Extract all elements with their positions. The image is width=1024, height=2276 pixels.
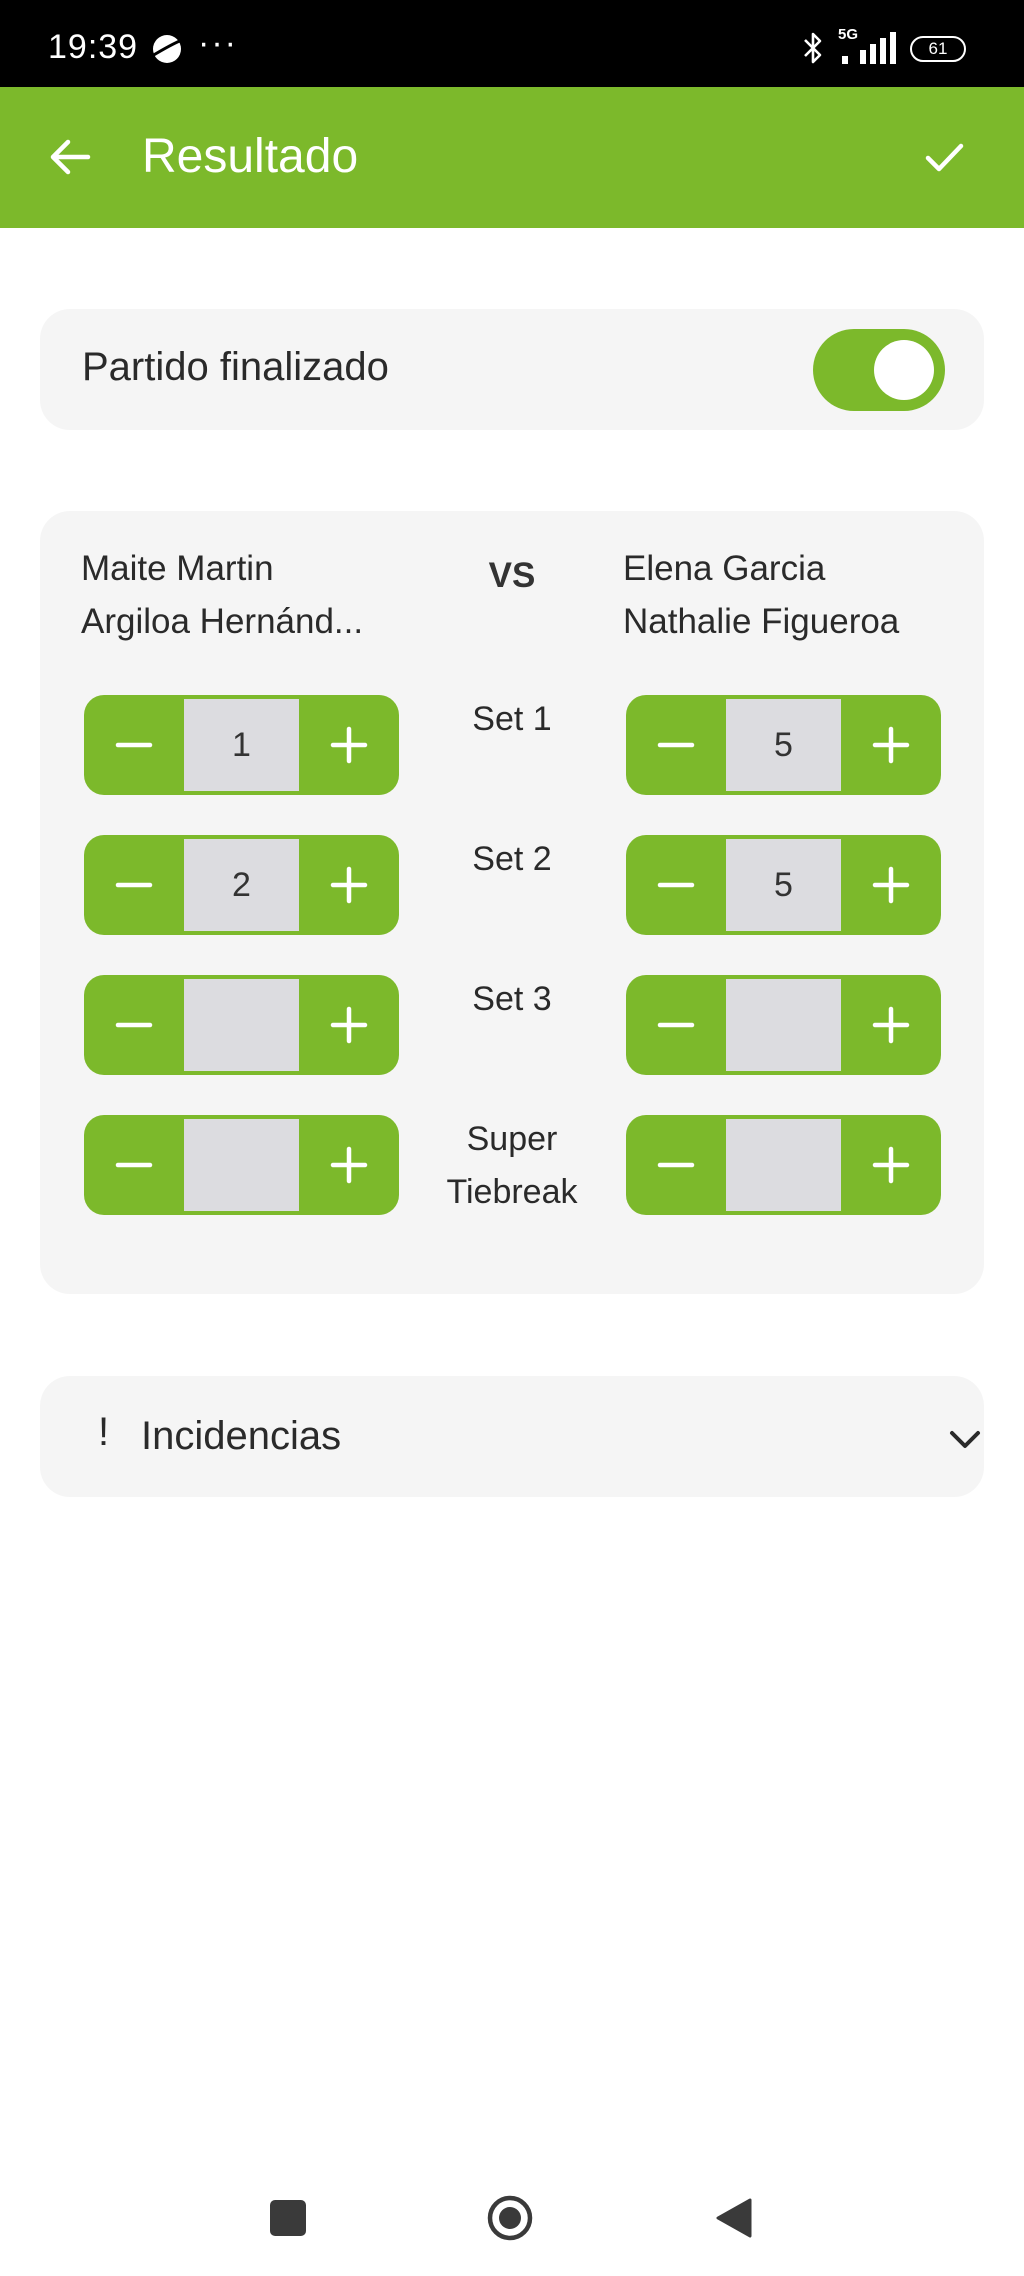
incidents-accordion[interactable]: ! Incidencias bbox=[40, 1376, 984, 1497]
back-triangle-icon[interactable] bbox=[714, 2196, 754, 2240]
plus-icon bbox=[872, 1006, 910, 1044]
recents-square-icon[interactable] bbox=[270, 2200, 306, 2236]
planet-icon bbox=[151, 35, 183, 63]
set1-right-minus-button[interactable] bbox=[626, 695, 726, 795]
set2-right-plus-button[interactable] bbox=[841, 835, 941, 935]
minus-icon bbox=[657, 1022, 695, 1028]
status-bar: 19:39 ··· 5G 61 bbox=[0, 0, 1024, 87]
set3-right-score[interactable] bbox=[726, 979, 841, 1071]
set2-right-minus-button[interactable] bbox=[626, 835, 726, 935]
set1-right-stepper: 5 bbox=[626, 695, 941, 795]
toggle-knob bbox=[874, 340, 934, 400]
plus-icon bbox=[872, 1146, 910, 1184]
set3-right-plus-button[interactable] bbox=[841, 975, 941, 1075]
set2-right-score[interactable]: 5 bbox=[726, 839, 841, 931]
match-finished-label: Partido finalizado bbox=[82, 345, 389, 389]
minus-icon bbox=[657, 882, 695, 888]
set2-right-stepper: 5 bbox=[626, 835, 941, 935]
set1-right-score[interactable]: 5 bbox=[726, 699, 841, 791]
plus-icon bbox=[872, 866, 910, 904]
set3-right-stepper bbox=[626, 975, 941, 1075]
battery-icon: 61 bbox=[910, 36, 966, 62]
minus-icon bbox=[657, 742, 695, 748]
tiebreak-right-minus-button[interactable] bbox=[626, 1115, 726, 1215]
home-circle-icon[interactable] bbox=[486, 2194, 534, 2242]
tiebreak-right-score[interactable] bbox=[726, 1119, 841, 1211]
match-finished-card: Partido finalizado bbox=[40, 309, 984, 430]
system-nav-bar bbox=[0, 2156, 1024, 2276]
incidents-label: Incidencias bbox=[141, 1414, 342, 1458]
signal-icon bbox=[842, 32, 896, 64]
plus-icon bbox=[872, 726, 910, 764]
status-more-icon: ··· bbox=[198, 24, 238, 62]
page-title: Resultado bbox=[142, 130, 359, 183]
set1-right-plus-button[interactable] bbox=[841, 695, 941, 795]
arrow-left-icon[interactable] bbox=[44, 131, 96, 183]
status-time: 19:39 bbox=[48, 28, 139, 66]
app-bar: Resultado bbox=[0, 87, 1024, 228]
check-icon[interactable] bbox=[918, 131, 970, 183]
left-player-2: Argiloa Hernánd... bbox=[81, 602, 364, 641]
vs-label: VS bbox=[488, 556, 536, 595]
match-finished-toggle[interactable] bbox=[813, 329, 945, 411]
tiebreak-right-stepper bbox=[626, 1115, 941, 1215]
minus-icon bbox=[657, 1162, 695, 1168]
score-card: Maite Martin Argiloa Hernánd... VS Elena… bbox=[40, 511, 984, 1294]
right-player-1: Elena Garcia bbox=[623, 549, 826, 588]
tiebreak-right-plus-button[interactable] bbox=[841, 1115, 941, 1215]
chevron-down-icon bbox=[950, 1431, 980, 1448]
bluetooth-icon bbox=[804, 32, 822, 64]
right-player-2: Nathalie Figueroa bbox=[623, 602, 900, 641]
exclamation-icon: ! bbox=[98, 1410, 110, 1454]
set3-right-minus-button[interactable] bbox=[626, 975, 726, 1075]
